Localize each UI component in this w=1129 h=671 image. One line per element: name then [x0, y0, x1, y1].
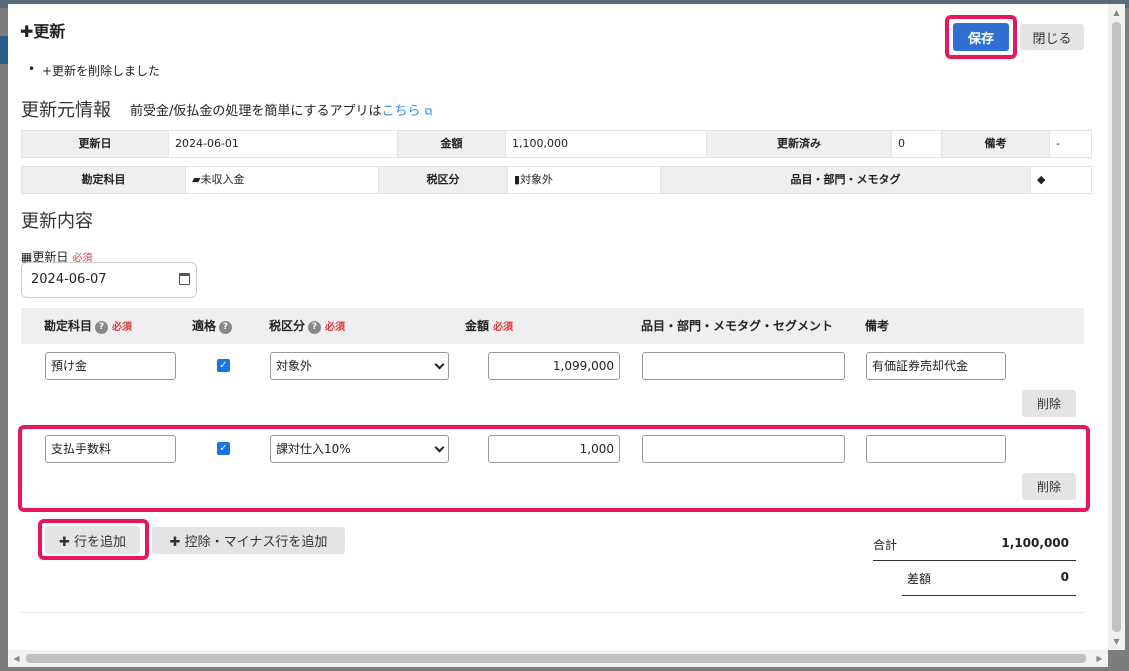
tags-icon: ◆ [1037, 173, 1046, 186]
row2-account-input[interactable]: 支払手数料 [45, 435, 176, 463]
add-deduction-row-button[interactable]: ✚ 控除・マイナス行を追加 [152, 527, 345, 554]
row2-tax-select[interactable]: 課対仕入10% [270, 435, 449, 463]
background-nav-strip [0, 36, 8, 64]
row1-tax-select[interactable]: 対象外 [270, 352, 449, 380]
chevron-down-icon [434, 442, 445, 453]
info-value-tax: ▮対象外 [508, 167, 661, 193]
scroll-left-arrow-icon[interactable]: ◀ [8, 650, 25, 667]
row1-account-input[interactable]: 預け金 [45, 352, 176, 380]
info-value-date: 2024-06-01 [169, 131, 398, 157]
update-modal: ✚更新 保存 閉じる +更新を削除しました 更新元情報 前受金/仮払金の処理を簡… [8, 4, 1108, 650]
row2-note-input[interactable] [866, 435, 1006, 463]
subtitle-text: 前受金/仮払金の処理を簡単にするアプリは [130, 104, 382, 119]
info-value-amount: 1,100,000 [506, 131, 707, 157]
chevron-down-icon [434, 359, 445, 370]
total-label: 合計 [873, 538, 898, 552]
diff-label: 差額 [907, 572, 932, 586]
row1-qualified-checkbox[interactable]: ✓ [217, 359, 230, 372]
info-label-tags: 品目・部門・メモタグ [661, 167, 1031, 193]
th-tags: 品目・部門・メモタグ・セグメント [641, 319, 834, 333]
source-section-title: 更新元情報 [21, 100, 111, 121]
calendar-icon[interactable] [179, 273, 190, 285]
total-value: 1,100,000 [1001, 536, 1069, 550]
external-link-icon: ⧉ [424, 105, 433, 118]
row2-qualified-checkbox[interactable]: ✓ [217, 442, 230, 455]
source-section-subtitle: 前受金/仮払金の処理を簡単にするアプリはこちら ⧉ [130, 100, 433, 119]
source-info-row-2: 勘定科目 ▰未収入金 税区分 ▮対象外 品目・部門・メモタグ ◆ [21, 166, 1092, 194]
info-label-note: 備考 [942, 131, 1050, 157]
update-date-input[interactable]: 2024-06-07 [21, 262, 197, 298]
row1-delete-button[interactable]: 削除 [1022, 390, 1076, 417]
vertical-scrollbar[interactable]: ▲ ▼ [1108, 4, 1125, 650]
table-header: 勘定科目? 必須 適格? 税区分? 必須 金額 必須 品目・部門・メモタグ・セグメント… [21, 308, 1084, 344]
scroll-down-arrow-icon[interactable]: ▼ [1108, 633, 1125, 650]
row2-tags-input[interactable] [642, 435, 845, 463]
notice-message: +更新を削除しました [28, 62, 160, 79]
row2-amount-input[interactable]: 1,000 [488, 435, 620, 463]
help-icon: ? [219, 321, 233, 334]
info-label-account: 勘定科目 [22, 167, 186, 193]
row1-note-input[interactable]: 有価証券売却代金 [866, 352, 1006, 380]
info-value-tags: ◆ [1031, 167, 1091, 193]
hscrollbar-thumb[interactable] [26, 654, 1086, 663]
row1-amount-input[interactable]: 1,099,000 [488, 352, 620, 380]
horizontal-scrollbar[interactable]: ◀ ▶ [8, 650, 1108, 667]
info-label-renewed: 更新済み [707, 131, 892, 157]
info-value-account: ▰未収入金 [186, 167, 379, 193]
diff-value: 0 [1060, 570, 1069, 584]
th-tax: 税区分? 必須 [269, 319, 346, 334]
info-label-amount: 金額 [398, 131, 506, 157]
info-value-note: - [1056, 137, 1060, 150]
update-section-title: 更新内容 [21, 211, 93, 232]
app-link[interactable]: こちら [382, 104, 421, 119]
info-label-tax: 税区分 [379, 167, 508, 193]
scroll-right-arrow-icon[interactable]: ▶ [1091, 650, 1108, 667]
save-button[interactable]: 保存 [953, 23, 1009, 51]
info-label-date: 更新日 [22, 131, 169, 157]
total-divider [873, 560, 1076, 561]
th-account: 勘定科目? 必須 [44, 319, 133, 334]
info-value-renewed: 0 [892, 131, 942, 157]
footer-divider [21, 612, 1084, 613]
source-info-row-1: 更新日 2024-06-01 金額 1,100,000 更新済み 0 備考 - [21, 130, 1092, 158]
th-amount: 金額 必須 [465, 319, 514, 333]
help-icon: ? [308, 321, 322, 334]
add-row-button[interactable]: ✚ 行を追加 [45, 526, 140, 554]
row1-tags-input[interactable] [642, 352, 845, 380]
row2-delete-button[interactable]: 削除 [1022, 473, 1076, 500]
scrollbar-thumb[interactable] [1112, 22, 1121, 632]
diff-divider [902, 595, 1076, 596]
th-note: 備考 [865, 319, 890, 333]
modal-title: ✚更新 [20, 22, 66, 41]
th-qualified: 適格? [192, 308, 233, 344]
close-button[interactable]: 閉じる [1020, 24, 1084, 50]
scroll-up-arrow-icon[interactable]: ▲ [1108, 4, 1125, 21]
help-icon: ? [95, 321, 109, 334]
